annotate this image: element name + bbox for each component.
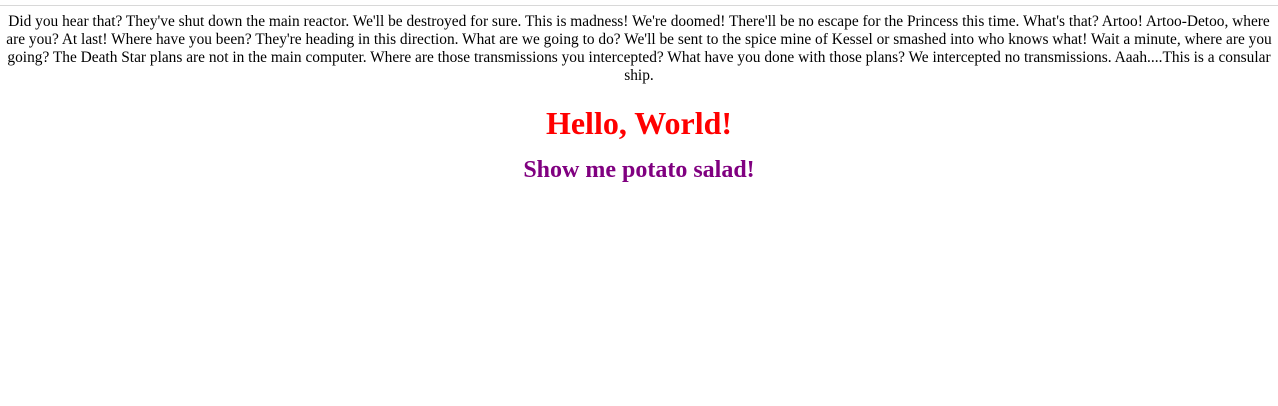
hello-heading: Hello, World! [545,105,733,141]
page-content: Did you hear that? They've shut down the… [0,13,1278,185]
intro-paragraph: Did you hear that? They've shut down the… [6,13,1272,84]
potato-salad-heading: Show me potato salad! [523,157,755,183]
top-divider [0,5,1278,6]
